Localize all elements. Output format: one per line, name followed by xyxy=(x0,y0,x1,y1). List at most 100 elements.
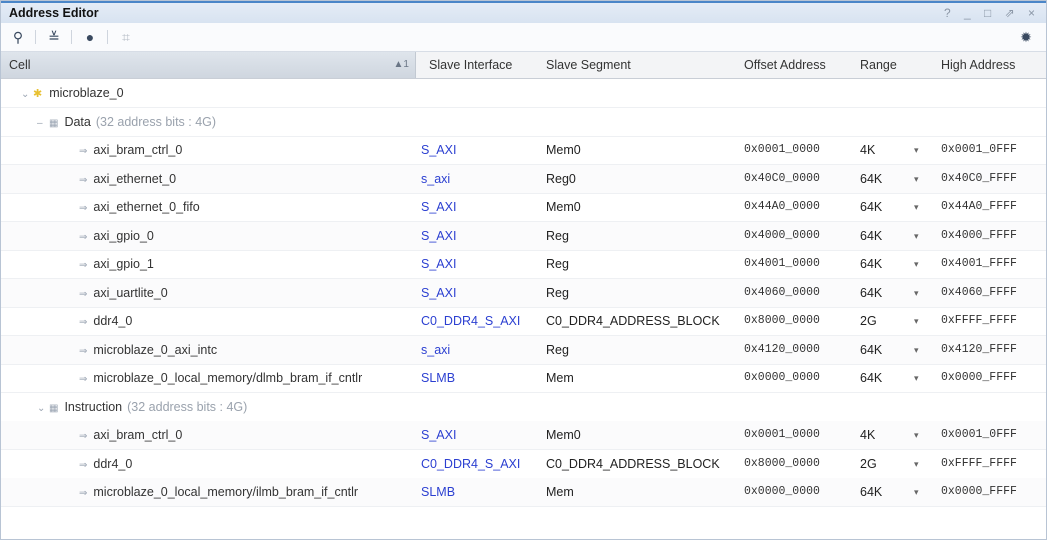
table-header: Cell ▲1 Slave Interface Slave Segment Of… xyxy=(1,52,1046,79)
table-row[interactable]: ⇒ axi_bram_ctrl_0 S_AXI Mem0 0x0001_0000 4K ▾ 0… xyxy=(1,136,1046,165)
table-row[interactable]: ⇒ axi_ethernet_0 s_axi Reg0 0x40C0_0000 64K ▾ 0… xyxy=(1,164,1046,194)
slave-interface-link[interactable]: S_AXI xyxy=(421,250,456,278)
offset-address-field[interactable]: 0x4120_0000 xyxy=(744,336,820,364)
chevron-down-icon[interactable]: ▾ xyxy=(914,450,919,478)
offset-address-field[interactable]: 0x0001_0000 xyxy=(744,421,820,449)
toolbar-divider xyxy=(71,30,72,44)
slave-interface-link[interactable]: S_AXI xyxy=(421,279,456,307)
chevron-down-icon[interactable]: ▾ xyxy=(914,250,919,278)
range-select[interactable]: 64K xyxy=(860,279,882,307)
high-address: 0x40C0_FFFF xyxy=(941,171,1017,185)
chevron-down-icon[interactable]: ▾ xyxy=(914,478,919,506)
range-select[interactable]: 64K xyxy=(860,165,882,193)
root-cell-name: microblaze_0 xyxy=(49,86,124,100)
offset-address-field[interactable]: 0x44A0_0000 xyxy=(744,193,820,221)
chevron-down-icon[interactable]: ▾ xyxy=(914,421,919,449)
tree-row-root[interactable]: ⌄ ✱ microblaze_0 xyxy=(1,79,1046,108)
slave-interface-link[interactable]: S_AXI xyxy=(421,136,456,164)
slave-interface-link[interactable]: S_AXI xyxy=(421,222,456,250)
range-select[interactable]: 4K xyxy=(860,136,875,164)
range-select[interactable]: 64K xyxy=(860,336,882,364)
chevron-down-icon[interactable]: ▾ xyxy=(914,165,919,193)
collapse-all-icon[interactable]: ≚ xyxy=(45,28,63,46)
column-header-high-address[interactable]: High Address xyxy=(941,52,1015,78)
column-header-slave-interface[interactable]: Slave Interface xyxy=(429,52,512,78)
chevron-down-icon[interactable]: ▾ xyxy=(914,364,919,392)
range-select[interactable]: 64K xyxy=(860,478,882,506)
cell-name: ddr4_0 xyxy=(93,456,133,471)
table-row[interactable]: ⇒ ddr4_0 C0_DDR4_S_AXI C0_DDR4_ADDRESS_BLOC… xyxy=(1,450,1046,479)
offset-address-field[interactable]: 0x8000_0000 xyxy=(744,307,820,335)
slave-segment: Reg xyxy=(546,342,569,357)
slave-interface-link[interactable]: SLMB xyxy=(421,364,455,392)
offset-address-field[interactable]: 0x0000_0000 xyxy=(744,364,820,392)
address-space-icon: ▦ xyxy=(49,117,59,129)
slave-segment: Reg0 xyxy=(546,171,576,186)
slave-interface-link[interactable]: SLMB xyxy=(421,478,455,506)
table-row[interactable]: ⇒ ddr4_0 C0_DDR4_S_AXI C0_DDR4_ADDRESS_BLOC… xyxy=(1,307,1046,336)
offset-address-field[interactable]: 0x4060_0000 xyxy=(744,279,820,307)
expand-all-icon[interactable]: ● xyxy=(81,28,99,46)
table-row[interactable]: ⇒ axi_gpio_0 S_AXI Reg 0x4000_0000 64K ▾ 0x4000… xyxy=(1,221,1046,251)
slave-segment: Mem xyxy=(546,485,574,499)
column-header-range[interactable]: Range xyxy=(860,52,897,78)
slave-interface-link[interactable]: C0_DDR4_S_AXI xyxy=(421,307,520,335)
offset-address-field[interactable]: 0x4001_0000 xyxy=(744,250,820,278)
range-select[interactable]: 64K xyxy=(860,250,882,278)
cell-name: axi_gpio_0 xyxy=(93,228,154,243)
tree-row-group[interactable]: – ▦ Data (32 address bits : 4G) xyxy=(1,108,1046,137)
chevron-down-icon[interactable]: ▾ xyxy=(914,279,919,307)
title-bar: Address Editor ? _ □ ⇗ × xyxy=(1,1,1046,24)
chevron-down-icon[interactable]: ▾ xyxy=(914,193,919,221)
segment-icon: ⇒ xyxy=(79,488,88,499)
range-select[interactable]: 2G xyxy=(860,450,877,478)
range-select[interactable]: 64K xyxy=(860,193,882,221)
range-select[interactable]: 2G xyxy=(860,307,877,335)
chevron-down-icon[interactable]: – xyxy=(37,110,49,136)
chevron-down-icon[interactable]: ⌄ xyxy=(21,81,33,107)
slave-segment: Mem0 xyxy=(546,143,581,157)
offset-address-field[interactable]: 0x0001_0000 xyxy=(744,136,820,164)
slave-interface-link[interactable]: S_AXI xyxy=(421,421,456,449)
offset-address-field[interactable]: 0x4000_0000 xyxy=(744,222,820,250)
table-row[interactable]: ⇒ microblaze_0_local_memory/dlmb_bram_if_… xyxy=(1,364,1046,393)
table-row[interactable]: ⇒ axi_gpio_1 S_AXI Reg 0x4001_0000 64K ▾ 0x4001… xyxy=(1,250,1046,279)
offset-address-field[interactable]: 0x0000_0000 xyxy=(744,478,820,506)
tree-view-icon[interactable]: ⌗ xyxy=(117,28,135,46)
tree-row-group[interactable]: ⌄ ▦ Instruction (32 address bits : 4G) xyxy=(1,393,1046,422)
chevron-down-icon[interactable]: ▾ xyxy=(914,136,919,164)
table-row[interactable]: ⇒ axi_uartlite_0 S_AXI Reg 0x4060_0000 64K ▾ 0x… xyxy=(1,278,1046,308)
cell-name: microblaze_0_local_memory/dlmb_bram_if_c… xyxy=(93,371,363,385)
table-row[interactable]: ⇒ microblaze_0_local_memory/ilmb_bram_if_… xyxy=(1,478,1046,507)
table-row[interactable]: ⇒ axi_bram_ctrl_0 S_AXI Mem0 0x0001_0000 4K ▾ 0… xyxy=(1,421,1046,450)
range-select[interactable]: 64K xyxy=(860,364,882,392)
chevron-down-icon[interactable]: ▾ xyxy=(914,336,919,364)
group-name: Instruction xyxy=(64,399,123,414)
search-icon[interactable]: ⚲ xyxy=(9,28,27,46)
window-controls[interactable]: ? _ □ ⇗ × xyxy=(944,6,1040,20)
chevron-down-icon[interactable]: ▾ xyxy=(914,307,919,335)
table-row[interactable]: ⇒ microblaze_0_axi_intc s_axi Reg 0x4120_000… xyxy=(1,335,1046,365)
segment-icon: ⇒ xyxy=(79,174,88,186)
chevron-down-icon[interactable]: ⌄ xyxy=(37,395,49,421)
slave-interface-link[interactable]: s_axi xyxy=(421,165,450,193)
column-header-offset-address[interactable]: Offset Address xyxy=(744,52,826,78)
offset-address-field[interactable]: 0x40C0_0000 xyxy=(744,165,820,193)
slave-interface-link[interactable]: C0_DDR4_S_AXI xyxy=(421,450,520,478)
slave-interface-link[interactable]: s_axi xyxy=(421,336,450,364)
settings-gear-icon[interactable]: ✹ xyxy=(1017,28,1035,46)
table-row[interactable]: ⇒ axi_ethernet_0_fifo S_AXI Mem0 0x44A0_0000… xyxy=(1,193,1046,222)
cell-name: axi_bram_ctrl_0 xyxy=(93,428,183,442)
chevron-down-icon[interactable]: ▾ xyxy=(914,222,919,250)
high-address: 0xFFFF_FFFF xyxy=(941,456,1017,470)
column-header-cell[interactable]: Cell ▲1 xyxy=(1,52,416,78)
high-address: 0x0000_FFFF xyxy=(941,371,1017,384)
slave-interface-link[interactable]: S_AXI xyxy=(421,193,456,221)
slave-segment: C0_DDR4_ADDRESS_BLOCK xyxy=(546,456,720,471)
high-address: 0x4060_FFFF xyxy=(941,285,1017,299)
offset-address-field[interactable]: 0x8000_0000 xyxy=(744,450,820,478)
toolbar-divider xyxy=(107,30,108,44)
range-select[interactable]: 64K xyxy=(860,222,882,250)
column-header-slave-segment[interactable]: Slave Segment xyxy=(546,52,631,78)
range-select[interactable]: 4K xyxy=(860,421,875,449)
